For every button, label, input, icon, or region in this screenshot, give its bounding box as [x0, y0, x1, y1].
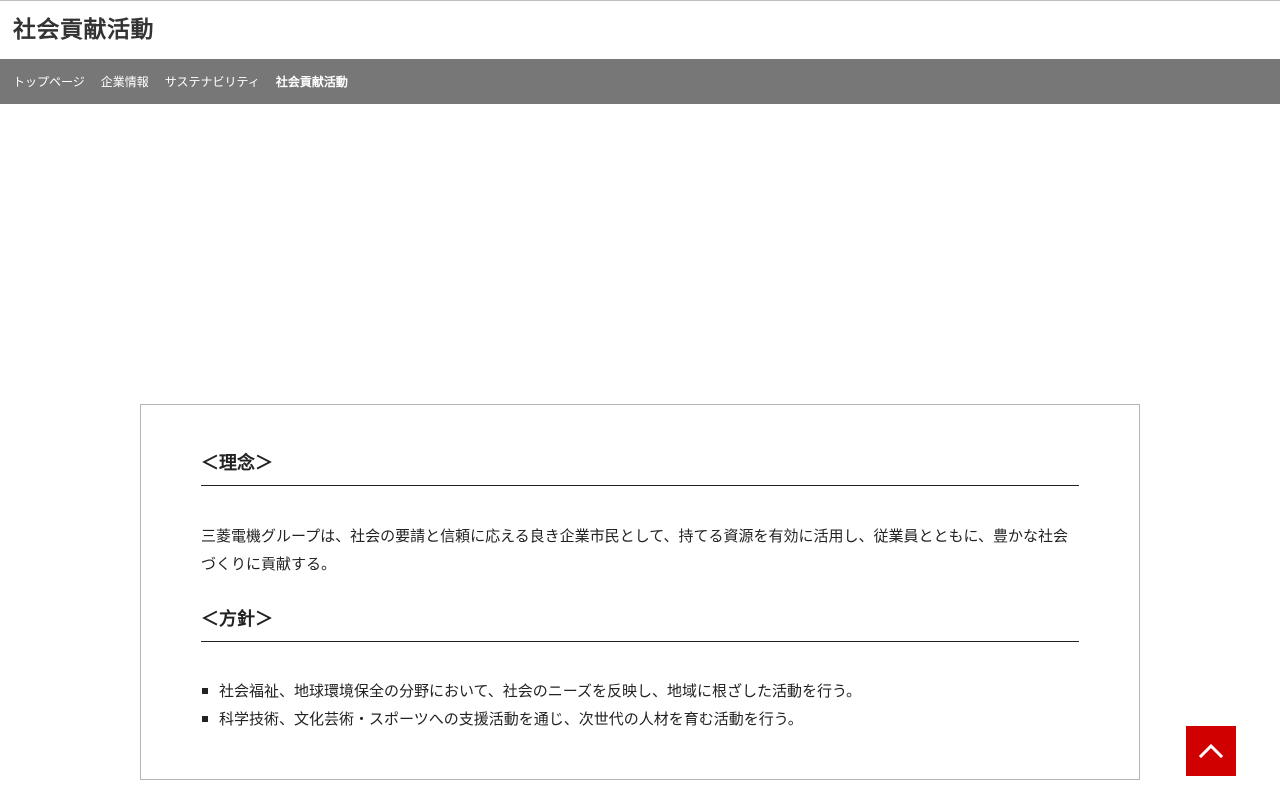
policy-item-text: 科学技術、文化芸術・スポーツへの支援活動を通じ、次世代の人材を育む活動を行う。	[219, 710, 803, 728]
breadcrumb-item-top[interactable]: トップページ	[13, 73, 85, 90]
list-item: 社会福祉、地球環境保全の分野において、社会のニーズを反映し、地域に根ざした活動を…	[201, 677, 1079, 705]
policy-list: 社会福祉、地球環境保全の分野において、社会のニーズを反映し、地域に根ざした活動を…	[201, 677, 1079, 733]
page-title: 社会貢献活動	[13, 16, 154, 43]
breadcrumb-item-sustainability[interactable]: サステナビリティ	[165, 73, 260, 90]
philosophy-heading: ＜理念＞	[201, 455, 1079, 486]
philosophy-text: 三菱電機グループは、社会の要請と信頼に応える良き企業市民として、持てる資源を有効…	[201, 527, 1069, 573]
policy-box: ＜理念＞ 三菱電機グループは、社会の要請と信頼に応える良き企業市民として、持てる…	[140, 404, 1140, 780]
chevron-up-icon	[1199, 743, 1223, 759]
policy-heading: ＜方針＞	[201, 611, 1079, 642]
back-to-top-button[interactable]	[1186, 726, 1236, 776]
list-item: 科学技術、文化芸術・スポーツへの支援活動を通じ、次世代の人材を育む活動を行う。	[201, 705, 1079, 733]
square-bullet-icon	[202, 688, 208, 694]
breadcrumb-item-corporate[interactable]: 企業情報	[101, 73, 149, 90]
policy-item-text: 社会福祉、地球環境保全の分野において、社会のニーズを反映し、地域に根ざした活動を…	[219, 682, 862, 700]
breadcrumb-item-current: 社会貢献活動	[275, 75, 348, 89]
square-bullet-icon	[202, 716, 208, 722]
site-header: 社会貢献活動	[0, 1, 1280, 59]
breadcrumb: トップページ 企業情報 サステナビリティ 社会貢献活動	[0, 59, 1280, 104]
